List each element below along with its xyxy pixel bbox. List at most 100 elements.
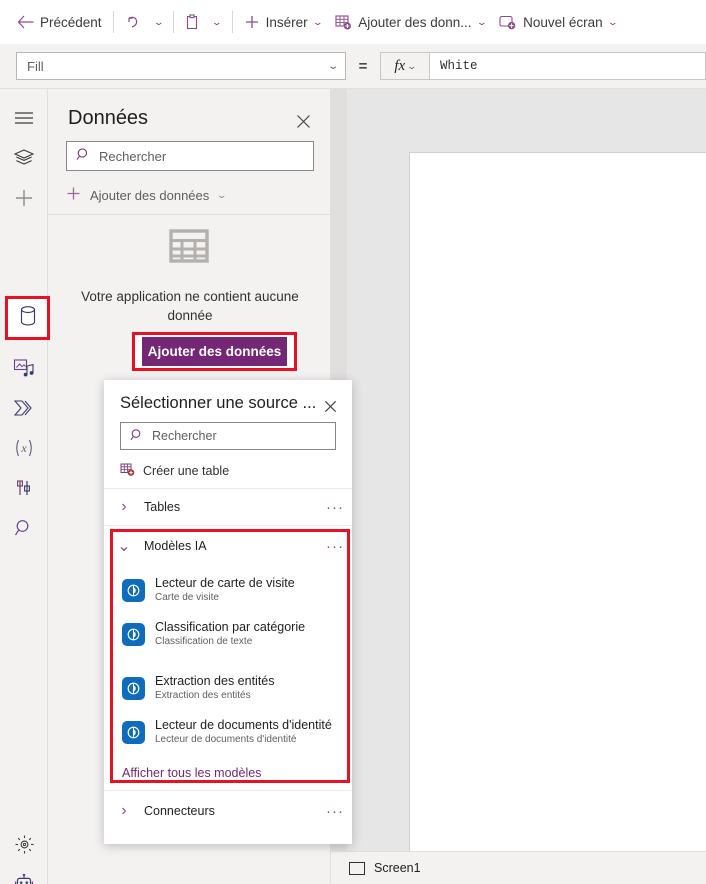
menu-icon[interactable] bbox=[4, 98, 44, 138]
flyout-search-placeholder: Rechercher bbox=[152, 429, 217, 443]
add-data-button[interactable]: Ajouter des données bbox=[142, 337, 287, 366]
divider bbox=[104, 790, 352, 791]
plus-icon bbox=[244, 14, 260, 30]
arrow-left-icon bbox=[17, 15, 34, 29]
add-data-link-label: Ajouter des données bbox=[90, 187, 210, 203]
ai-model-icon bbox=[122, 622, 145, 646]
ai-model-item[interactable]: Lecteur de documents d'identité Lecteur … bbox=[104, 710, 352, 754]
add-data-button-highlight: Ajouter des données bbox=[132, 332, 297, 371]
variables-icon[interactable]: x bbox=[4, 428, 44, 468]
chevron-down-icon: ⌄ bbox=[152, 16, 164, 27]
ai-model-title: Lecteur de documents d'identité bbox=[155, 718, 332, 732]
tools-icon[interactable] bbox=[4, 468, 44, 508]
chevron-down-icon: ⌄ bbox=[406, 60, 418, 71]
add-data-toolbar-button[interactable]: Ajouter des donn... ⌄ bbox=[328, 6, 492, 38]
divider bbox=[112, 11, 114, 33]
paste-dropdown[interactable]: ⌄ bbox=[206, 6, 228, 38]
svg-text:x: x bbox=[20, 441, 27, 455]
new-screen-button[interactable]: Nouvel écran ⌄ bbox=[492, 6, 623, 38]
chevron-right-icon: › bbox=[121, 802, 127, 819]
section-tables[interactable]: › Tables ··· bbox=[104, 490, 352, 524]
chevron-down-icon: ⌄ bbox=[117, 538, 131, 555]
left-rail: x bbox=[0, 89, 50, 884]
ai-model-title: Classification par catégorie bbox=[155, 620, 306, 634]
create-table-label: Créer une table bbox=[143, 464, 230, 478]
create-table-button[interactable]: Créer une table bbox=[120, 459, 229, 483]
section-ai-models[interactable]: ⌄ Modèles IA ··· bbox=[104, 529, 352, 563]
new-screen-icon bbox=[499, 14, 517, 30]
close-icon[interactable] bbox=[290, 108, 316, 134]
create-table-icon bbox=[120, 462, 135, 480]
plus-icon bbox=[66, 186, 81, 204]
show-all-models-link[interactable]: Afficher tous les modèles bbox=[122, 762, 342, 784]
media-icon[interactable] bbox=[4, 348, 44, 388]
canvas-area: Ajou bbox=[331, 89, 706, 852]
data-search-placeholder: Rechercher bbox=[99, 148, 167, 164]
empty-state-message: Votre application ne contient aucune don… bbox=[81, 289, 299, 323]
new-screen-label: Nouvel écran bbox=[523, 14, 603, 30]
chevron-down-icon: ⌄ bbox=[606, 16, 619, 27]
divider bbox=[104, 488, 352, 489]
undo-icon bbox=[125, 14, 141, 30]
section-connectors-label: Connecteurs bbox=[144, 804, 215, 818]
ai-model-item[interactable]: Lecteur de carte de visite Carte de visi… bbox=[104, 568, 352, 612]
divider bbox=[231, 11, 233, 33]
section-connectors[interactable]: › Connecteurs ··· bbox=[104, 794, 352, 828]
equals-sign: = bbox=[358, 57, 368, 75]
divider bbox=[104, 525, 352, 526]
search-icon bbox=[76, 147, 91, 165]
status-bar: Screen1 bbox=[331, 851, 706, 884]
data-search-input[interactable]: Rechercher bbox=[66, 141, 314, 171]
formula-bar: Fill ⌄ = fx ⌄ White bbox=[0, 44, 706, 89]
power-automate-icon[interactable] bbox=[4, 388, 44, 428]
search-icon bbox=[130, 428, 144, 445]
property-selector-value: Fill bbox=[27, 58, 44, 74]
ai-model-item[interactable]: Classification par catégorie Classificat… bbox=[104, 612, 352, 656]
overflow-menu-icon[interactable]: ··· bbox=[318, 538, 352, 555]
chevron-down-icon: ⌄ bbox=[216, 189, 228, 200]
chevron-down-icon: ⌄ bbox=[211, 16, 223, 27]
flyout-search-input[interactable]: Rechercher bbox=[120, 422, 336, 450]
ai-model-subtitle: Extraction des entités bbox=[155, 690, 251, 701]
close-icon[interactable] bbox=[318, 394, 342, 418]
overflow-menu-icon[interactable]: ··· bbox=[318, 499, 352, 516]
ai-model-icon bbox=[122, 676, 145, 700]
back-button[interactable]: Précédent bbox=[10, 6, 109, 38]
powerapps-studio: Précédent ⌄ ⌄ Insérer ⌄ Ajouter des donn… bbox=[0, 0, 706, 884]
chevron-down-icon: ⌄ bbox=[311, 16, 324, 27]
paste-button[interactable] bbox=[178, 6, 206, 38]
ai-model-title: Lecteur de carte de visite bbox=[155, 576, 295, 590]
fx-button[interactable]: fx ⌄ bbox=[380, 52, 430, 80]
insert-button[interactable]: Insérer ⌄ bbox=[237, 6, 329, 38]
insert-label: Insérer bbox=[265, 14, 308, 30]
property-selector[interactable]: Fill ⌄ bbox=[16, 52, 346, 80]
settings-gear-icon[interactable] bbox=[4, 824, 44, 864]
add-data-grid-icon bbox=[335, 14, 352, 31]
ai-model-subtitle: Carte de visite bbox=[155, 592, 219, 603]
data-icon-highlight[interactable] bbox=[5, 296, 50, 340]
select-data-source-flyout: Sélectionner une source ... Rechercher C… bbox=[104, 380, 352, 844]
undo-dropdown[interactable]: ⌄ bbox=[148, 6, 170, 38]
app-screen-canvas[interactable]: Ajou bbox=[409, 152, 706, 852]
copilot-robot-icon[interactable] bbox=[4, 864, 44, 884]
add-data-link[interactable]: Ajouter des données ⌄ bbox=[66, 181, 228, 209]
flyout-title: Sélectionner une source ... bbox=[120, 394, 317, 412]
screen-rect-icon bbox=[349, 861, 365, 875]
back-label: Précédent bbox=[40, 14, 102, 30]
ai-model-subtitle: Classification de texte bbox=[155, 636, 253, 647]
section-tables-label: Tables bbox=[144, 500, 181, 514]
insert-icon[interactable] bbox=[4, 178, 44, 218]
ai-model-icon bbox=[122, 720, 145, 744]
ai-model-icon bbox=[122, 578, 145, 602]
formula-input[interactable]: White bbox=[430, 52, 706, 80]
chevron-down-icon: ⌄ bbox=[475, 16, 487, 27]
tree-view-icon[interactable] bbox=[4, 138, 44, 178]
undo-button[interactable] bbox=[118, 6, 148, 38]
divider bbox=[173, 11, 175, 33]
overflow-menu-icon[interactable]: ··· bbox=[318, 803, 352, 820]
add-data-toolbar-label: Ajouter des donn... bbox=[358, 14, 472, 30]
ai-model-item[interactable]: Extraction des entités Extraction des en… bbox=[104, 666, 352, 710]
search-icon[interactable] bbox=[4, 508, 44, 548]
fx-label: fx bbox=[394, 57, 406, 74]
chevron-down-icon: ⌄ bbox=[326, 60, 339, 72]
